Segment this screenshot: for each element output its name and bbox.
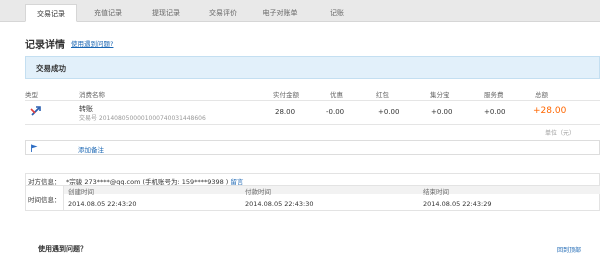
table-header: 类型 消费名称 实付金额 优惠 红包 集分宝 服务费 总额 [25, 86, 600, 100]
jifenbao-amount: +0.00 [431, 108, 453, 116]
col-jifenbao: 集分宝 [430, 91, 450, 99]
col-type: 类型 [25, 91, 38, 99]
paid-time: 2014.08.05 22:43:30 [245, 200, 314, 208]
status-banner: 交易成功 [25, 56, 600, 79]
note-row: 添加备注 [25, 140, 600, 155]
tab-transaction-reviews[interactable]: 交易评价 [197, 4, 249, 22]
col-paid: 实付金额 [273, 91, 299, 99]
tab-bookkeeping[interactable]: 记账 [311, 4, 363, 22]
end-time: 2014.08.05 22:43:29 [423, 200, 492, 208]
add-note-link[interactable]: 添加备注 [78, 144, 104, 154]
created-time-header: 创建时间 [68, 188, 94, 196]
col-redpacket: 红包 [376, 91, 389, 99]
col-name: 消费名称 [79, 91, 105, 99]
status-text: 交易成功 [36, 64, 66, 73]
redpacket-amount: +0.00 [378, 108, 400, 116]
tab-recharge-records[interactable]: 充值记录 [82, 4, 134, 22]
col-total: 总额 [535, 91, 548, 99]
page-title: 记录详情 [25, 40, 65, 51]
help-link[interactable]: 使用遇到问题? [71, 38, 113, 48]
faq-title: 使用遇到问题？ [38, 245, 87, 253]
col-fee: 服务费 [484, 91, 504, 99]
fee-amount: +0.00 [484, 108, 506, 116]
order-number: 交易号 2014080500001000740031448606 [79, 115, 206, 122]
col-discount: 优惠 [330, 91, 343, 99]
total-amount: +28.00 [533, 106, 567, 116]
discount-amount: -0.00 [326, 108, 345, 116]
paid-amount: 28.00 [275, 108, 296, 116]
back-to-top-link[interactable]: 回到顶部 [557, 245, 581, 254]
time-label: 时间信息： [28, 196, 61, 204]
paid-time-header: 付款时间 [245, 188, 271, 196]
tab-e-statement[interactable]: 电子对账单 [254, 4, 306, 22]
flag-icon [31, 144, 38, 152]
end-time-header: 结束时间 [423, 188, 449, 196]
created-time: 2014.08.05 22:43:20 [68, 200, 137, 208]
tab-transaction-records[interactable]: 交易记录 [25, 4, 77, 22]
row-divider [25, 100, 600, 101]
unit-note: 单位（元） [544, 130, 575, 137]
info-panel: 对方信息： *宗骏 273****@qq.com (手机账号为: 159****… [25, 173, 600, 211]
transfer-icon [30, 106, 41, 116]
top-tab-bar: 交易记录 充值记录 提现记录 交易评价 电子对账单 记账 [0, 0, 600, 22]
row-divider [25, 124, 600, 125]
time-header-row [64, 186, 600, 194]
tab-withdraw-records[interactable]: 提现记录 [140, 4, 192, 22]
